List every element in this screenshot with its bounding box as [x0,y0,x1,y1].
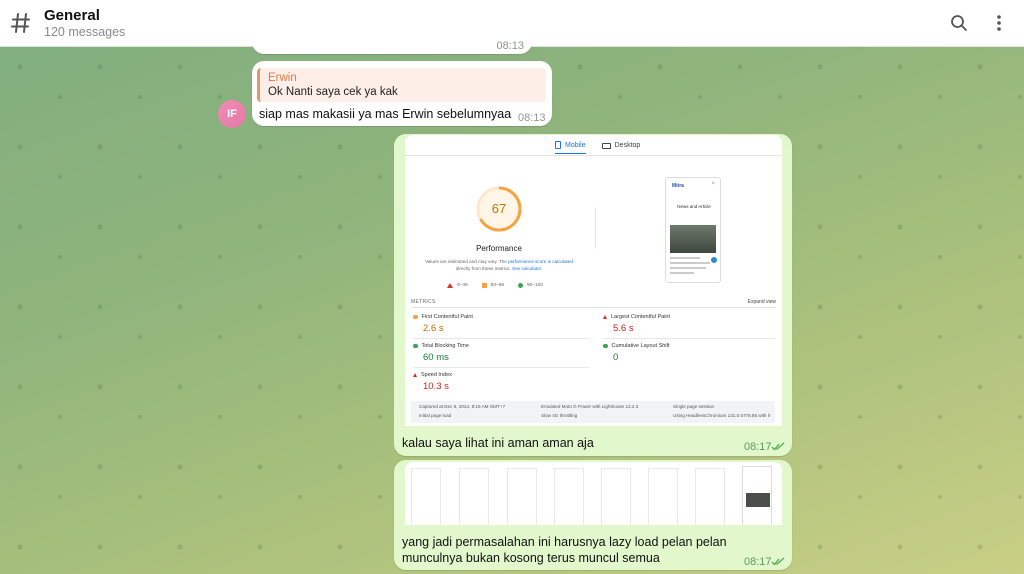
hash-icon [11,13,30,33]
tab-desktop-label: Desktop [614,142,641,149]
performance-note: Values are estimated and may vary. The p… [425,259,573,271]
preview-logo: Mitra [672,183,684,189]
reply-quote[interactable]: Erwin Ok Nanti saya cek ya kak [257,68,546,102]
good-icon [518,283,524,288]
metric-si: Speed Index 10.3 s [413,372,593,392]
message-text: siap mas makasii ya mas Erwin sebelumnya… [259,107,512,121]
tab-desktop: Desktop [601,141,641,154]
message-text: kalau saya lihat ini aman aman aja [402,436,594,450]
average-icon [481,283,487,288]
message-bubble-partial[interactable]: 08:13 [252,38,532,54]
message-text: yang jadi permasalahan ini harusnya lazy… [402,535,727,549]
metric-lcp: Largest Contentful Paint 5.6 s [603,314,782,334]
metric-fcp: First Contentful Paint 2.6 s [413,314,593,334]
tab-mobile-label: Mobile [565,141,586,149]
member-count: 120 messages [44,24,126,39]
divider [595,207,596,249]
expand-view-link: Expand view [747,299,776,305]
tabs-divider [405,155,782,156]
reply-text: Ok Nanti saya cek ya kak [268,86,398,98]
message-time: 08:13 [518,112,546,124]
preview-image [670,225,716,253]
avatar[interactable]: IF [218,100,246,128]
close-icon: × [711,181,715,187]
preview-heading: News and Article [677,204,711,209]
run-info-footer: Captured at Dec 6, 2024, 8:15 AM GMT+7 E… [411,401,775,423]
search-button[interactable] [948,12,970,34]
message-time: 08:17 [744,556,772,568]
mobile-preview: Mitra × News and Article [665,177,721,283]
more-menu-button[interactable] [988,12,1010,34]
search-icon [951,15,967,31]
metrics-heading: METRICS [411,299,436,305]
poor-icon [447,283,453,288]
message-time: 08:17 [744,441,772,453]
chat-title-block[interactable]: General 120 messages [44,7,125,40]
filmstrip-screenshot[interactable] [405,462,782,525]
metric-cls: Cumulative Layout Shift 0 [603,343,782,363]
loaded-frame [742,466,772,525]
phone-icon [555,141,561,149]
metric-tbt: Total Blocking Time 60 ms [413,343,593,363]
pagespeed-screenshot[interactable]: Mobile Desktop 67 Performance Values are… [405,135,782,426]
score-legend: 0–49 50–89 90–100 [447,283,543,288]
reply-author: Erwin [268,72,297,84]
double-check-icon [771,557,785,566]
message-text: munculnya bukan kosong terus muncul semu… [402,551,660,565]
more-vertical-icon [997,15,1001,31]
preview-badge [711,257,717,263]
chat-title: General [44,6,100,24]
performance-label: Performance [476,244,522,253]
performance-score: 67 [491,201,507,216]
tab-mobile: Mobile [555,141,586,154]
double-check-icon [771,442,785,451]
desktop-icon [601,142,611,149]
message-time: 08:13 [496,40,524,52]
